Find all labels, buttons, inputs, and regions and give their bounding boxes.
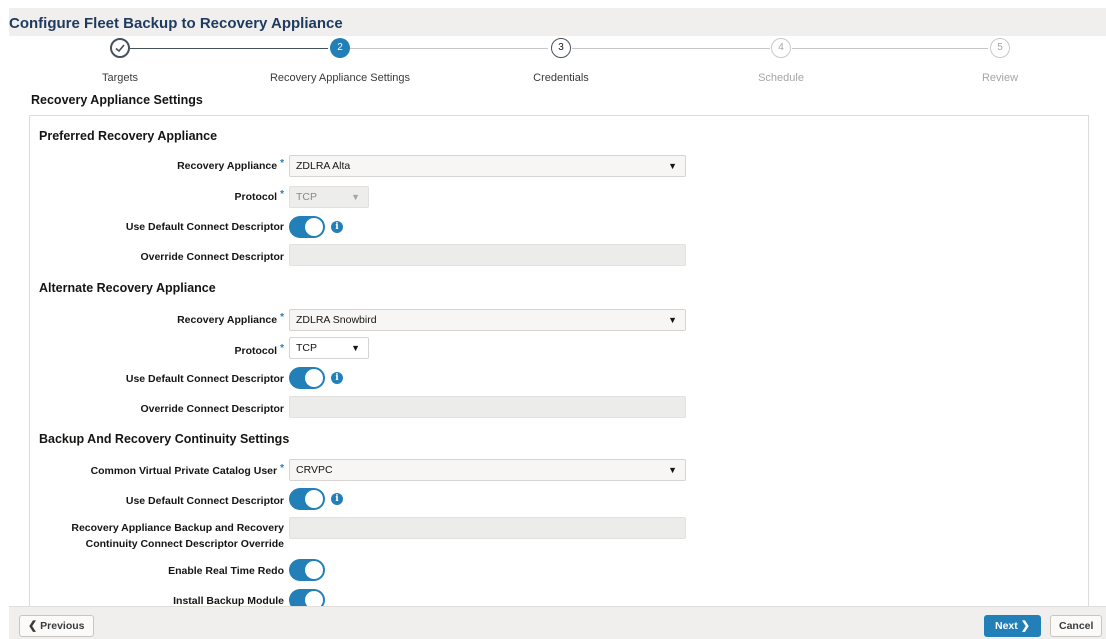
- caret-down-icon: ▼: [668, 465, 677, 475]
- label-text: Recovery Appliance: [177, 314, 278, 326]
- required-marker: *: [280, 463, 284, 474]
- preferred-use-default-label: Use Default Connect Descriptor: [125, 221, 284, 233]
- real-time-redo-toggle[interactable]: [289, 559, 325, 581]
- section-title: Recovery Appliance Settings: [31, 93, 203, 107]
- label-text: Protocol: [234, 191, 278, 203]
- step-label: Review: [981, 72, 1019, 84]
- settings-panel: Preferred Recovery Appliance Recovery Ap…: [29, 115, 1089, 615]
- required-marker: *: [280, 312, 284, 323]
- step-label: Credentials: [533, 72, 589, 84]
- toggle-knob: [305, 490, 323, 508]
- alternate-protocol-label: Protocol *: [234, 343, 285, 359]
- alternate-use-default-toggle[interactable]: [289, 367, 325, 389]
- preferred-protocol-select: TCP ▼: [289, 186, 369, 208]
- select-value: ZDLRA Alta: [296, 160, 351, 172]
- alternate-protocol-select[interactable]: TCP ▼: [289, 337, 369, 359]
- select-value: CRVPC: [296, 464, 333, 476]
- continuity-override-label: Recovery Appliance Backup and Recovery C…: [71, 521, 284, 551]
- step-label: Schedule: [758, 72, 804, 84]
- continuity-override-input[interactable]: [289, 517, 686, 539]
- button-label: Previous: [40, 620, 85, 632]
- cancel-button[interactable]: Cancel: [1050, 615, 1103, 637]
- select-value: TCP: [296, 191, 317, 203]
- step-label: Targets: [101, 72, 139, 84]
- label-line: Continuity Connect Descriptor Override: [85, 538, 284, 550]
- chevron-left-icon: ❮: [28, 620, 38, 632]
- preferred-appliance-select[interactable]: ZDLRA Alta ▼: [289, 155, 686, 177]
- button-label: Next: [995, 620, 1018, 632]
- toggle-knob: [305, 218, 323, 236]
- info-icon[interactable]: i: [331, 372, 343, 384]
- label-line: Recovery Appliance Backup and Recovery: [71, 522, 284, 534]
- train-step-schedule: 4 Schedule: [681, 38, 881, 84]
- preferred-appliance-label: Recovery Appliance *: [177, 158, 284, 174]
- next-button[interactable]: Next ❯: [984, 615, 1041, 637]
- preferred-heading: Preferred Recovery Appliance: [39, 129, 218, 143]
- chevron-right-icon: ❯: [1020, 620, 1030, 632]
- info-icon[interactable]: i: [331, 221, 343, 233]
- step-number: 5: [990, 38, 1010, 58]
- alternate-use-default-label: Use Default Connect Descriptor: [125, 373, 284, 385]
- select-value: TCP: [296, 342, 317, 354]
- check-icon: [110, 38, 130, 58]
- alternate-override-label: Override Connect Descriptor: [140, 403, 284, 415]
- caret-down-icon: ▼: [668, 315, 677, 325]
- caret-down-icon: ▼: [351, 343, 360, 353]
- caret-down-icon: ▼: [351, 192, 360, 202]
- continuity-use-default-toggle[interactable]: [289, 488, 325, 510]
- label-text: Common Virtual Private Catalog User: [90, 465, 278, 477]
- required-marker: *: [280, 189, 284, 200]
- step-label: Recovery Appliance Settings: [269, 72, 411, 84]
- toggle-knob: [305, 369, 323, 387]
- train-step-credentials[interactable]: 3 Credentials: [461, 38, 661, 84]
- alternate-appliance-select[interactable]: ZDLRA Snowbird ▼: [289, 309, 686, 331]
- info-icon[interactable]: i: [331, 493, 343, 505]
- train-step-targets[interactable]: Targets: [20, 38, 220, 84]
- label-text: Recovery Appliance: [177, 160, 278, 172]
- select-value: ZDLRA Snowbird: [296, 314, 377, 326]
- preferred-override-label: Override Connect Descriptor: [140, 251, 284, 263]
- step-number: 2: [330, 38, 350, 58]
- continuity-use-default-label: Use Default Connect Descriptor: [125, 495, 284, 507]
- toggle-knob: [305, 561, 323, 579]
- preferred-use-default-toggle[interactable]: [289, 216, 325, 238]
- catalog-user-select[interactable]: CRVPC ▼: [289, 459, 686, 481]
- previous-button[interactable]: ❮ Previous: [19, 615, 94, 637]
- real-time-redo-label: Enable Real Time Redo: [168, 565, 284, 577]
- required-marker: *: [280, 158, 284, 169]
- continuity-heading: Backup And Recovery Continuity Settings: [39, 432, 290, 446]
- step-number: 3: [551, 38, 571, 58]
- catalog-user-label: Common Virtual Private Catalog User *: [90, 463, 284, 479]
- alternate-override-input[interactable]: [289, 396, 686, 418]
- page-header: Configure Fleet Backup to Recovery Appli…: [9, 8, 1106, 36]
- step-number: 4: [771, 38, 791, 58]
- preferred-protocol-label: Protocol *: [234, 189, 285, 205]
- caret-down-icon: ▼: [668, 161, 677, 171]
- alternate-appliance-label: Recovery Appliance *: [177, 312, 284, 328]
- train-step-review: 5 Review: [900, 38, 1100, 84]
- page-title: Configure Fleet Backup to Recovery Appli…: [9, 15, 343, 32]
- label-text: Protocol: [234, 345, 278, 357]
- footer-bar: ❮ Previous Next ❯ Cancel: [9, 606, 1106, 639]
- alternate-heading: Alternate Recovery Appliance: [39, 281, 216, 295]
- preferred-override-input[interactable]: [289, 244, 686, 266]
- required-marker: *: [280, 343, 284, 354]
- train-step-settings[interactable]: 2 Recovery Appliance Settings: [240, 38, 440, 84]
